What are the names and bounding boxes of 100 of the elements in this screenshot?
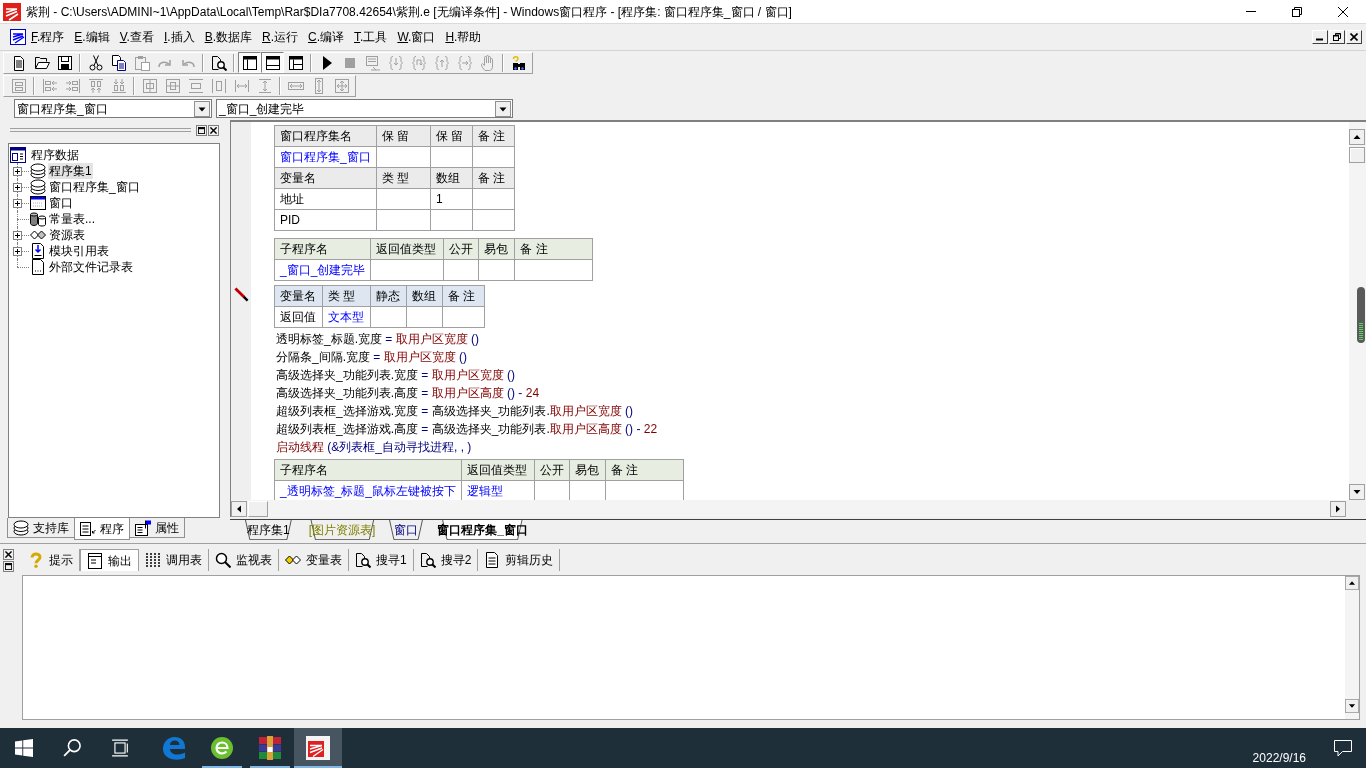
tree-item[interactable]: 模块引用表 <box>48 243 110 259</box>
close-button[interactable] <box>3 549 14 560</box>
tree-item[interactable]: 资源表 <box>48 227 86 243</box>
taskbar-date: 2022/9/16 <box>1252 750 1306 766</box>
minimize-button[interactable] <box>1312 30 1328 44</box>
spacing-icon <box>256 77 273 94</box>
document-search-icon <box>210 54 227 71</box>
maximize-icon <box>5 563 12 570</box>
menu-item[interactable]: I.插入 <box>158 27 200 47</box>
align-right-icon <box>64 77 81 94</box>
stack-icon <box>30 179 46 195</box>
scroll-left-button[interactable] <box>231 500 247 517</box>
maximize-button[interactable] <box>3 561 14 572</box>
scroll-thumb[interactable] <box>1357 287 1365 343</box>
window-arrow-icon <box>364 54 381 71</box>
plus-box-icon[interactable] <box>13 183 22 192</box>
resize-icon <box>333 77 350 94</box>
tree-item[interactable]: 窗口程序集_窗口 <box>48 179 141 195</box>
menu-item[interactable]: R.运行 <box>257 27 303 47</box>
scroll-right-button[interactable] <box>1330 500 1346 517</box>
code-line: 启动线程 (&列表框_自动寻找进程, , ) <box>275 439 473 456</box>
plus-box-icon[interactable] <box>13 247 22 256</box>
window-title: 紫荆 - C:\Users\ADMINI~1\AppData\Local\Temp\Rar$DIa7708.42654\紫荆.e [无编译条件] - Windows窗口程序 - [程序集: 窗口程序集_窗口 / 窗口] <box>26 3 792 20</box>
scroll-down-button[interactable] <box>1349 484 1365 500</box>
align-bottom-icon <box>110 77 127 94</box>
restore-button[interactable] <box>1329 30 1345 44</box>
task-view-icon <box>111 739 129 757</box>
plus-box-icon[interactable] <box>13 167 22 176</box>
document-search-icon <box>419 552 436 568</box>
menu-item[interactable]: F.程序 <box>26 27 70 47</box>
binoculars-icon <box>510 54 527 71</box>
vertical-scrollbar[interactable] <box>1349 122 1366 500</box>
table-cell: _窗口_创建完毕 <box>274 259 371 281</box>
book-stack-icon <box>258 736 282 760</box>
close-button[interactable] <box>208 124 219 136</box>
scroll-up-button[interactable] <box>1345 576 1359 590</box>
document-icon <box>87 552 103 569</box>
dropdown[interactable]: _窗口_创建完毕 <box>216 99 513 118</box>
toolbar-button[interactable] <box>238 52 261 73</box>
question-mark-icon <box>28 552 44 568</box>
document-arrow-icon <box>30 243 46 259</box>
panel-tab[interactable]: 程序 <box>74 518 130 540</box>
maximize-button[interactable] <box>196 124 207 136</box>
menu-item[interactable]: T.工具 <box>349 27 393 47</box>
scroll-up-button[interactable] <box>1349 129 1365 145</box>
restore-icon <box>1292 6 1302 17</box>
tree-item[interactable]: 窗口 <box>48 195 74 211</box>
layout-icon <box>241 54 258 71</box>
app-logo-icon <box>10 29 26 45</box>
table-cell: 文本型 <box>322 306 371 328</box>
scroll-thumb[interactable] <box>248 500 268 517</box>
layout-icon <box>287 54 304 71</box>
minimize-icon <box>1246 11 1256 12</box>
restore-icon <box>1333 33 1341 41</box>
speech-bubble-icon <box>1334 739 1352 757</box>
table-cell: PID <box>274 209 377 231</box>
panel-tab[interactable]: 支持库 <box>7 518 75 538</box>
table-cell: 1 <box>430 188 473 210</box>
close-icon <box>5 551 12 558</box>
column-header: 类 型 <box>322 285 371 307</box>
column-header: 子程序名 <box>274 238 371 260</box>
menu-item[interactable]: B.数据库 <box>199 27 257 47</box>
table-cell: 窗口程序集_窗口 <box>274 146 377 168</box>
horizontal-scrollbar[interactable] <box>231 500 1346 517</box>
table-cell: 地址 <box>274 188 377 210</box>
panel-tab[interactable]: 输出 <box>80 549 139 571</box>
vertical-scrollbar[interactable] <box>1345 576 1359 719</box>
code-line: 分隔条_间隔.宽度 = 取用户区宽度 () <box>275 349 469 366</box>
code-line: 高级选择夹_功能列表.高度 = 取用户区高度 () - 24 <box>275 385 541 402</box>
menu-item[interactable]: W.窗口 <box>392 27 441 47</box>
app-logo-icon <box>306 736 330 760</box>
column-header: 保 留 <box>376 125 431 147</box>
menu-item[interactable]: E.编辑 <box>69 27 115 47</box>
center-icon <box>141 77 158 94</box>
copy-icon <box>110 54 127 71</box>
menu-item[interactable]: H.帮助 <box>440 27 487 47</box>
panel-tab[interactable]: 属性 <box>129 518 185 538</box>
menu-item[interactable]: C.编译 <box>303 27 350 47</box>
four-panes-icon <box>15 739 33 757</box>
toolbar-button[interactable] <box>261 52 284 73</box>
tree-item[interactable]: 常量表... <box>48 211 96 227</box>
column-header: 易包 <box>569 459 606 481</box>
dropdown[interactable]: 窗口程序集_窗口 <box>14 99 212 118</box>
menu-item[interactable]: V.查看 <box>114 27 159 47</box>
form-icon <box>10 77 27 94</box>
plus-box-icon[interactable] <box>13 199 22 208</box>
tree-item[interactable]: 程序集1 <box>48 163 93 179</box>
column-header: 保 留 <box>430 125 473 147</box>
close-icon <box>210 126 217 134</box>
tree-item[interactable]: 外部文件记录表 <box>48 259 134 275</box>
column-header: 变量名 <box>274 167 377 189</box>
tree-item[interactable]: 程序数据 <box>30 146 80 163</box>
scroll-down-button[interactable] <box>1345 699 1359 713</box>
column-header: 数组 <box>406 285 443 307</box>
stack-icon <box>30 163 46 179</box>
code-line: 高级选择夹_功能列表.宽度 = 取用户区宽度 () <box>275 367 517 384</box>
plus-box-icon[interactable] <box>13 231 22 240</box>
taskbar-app-button[interactable] <box>294 728 342 768</box>
column-header: 返回值类型 <box>370 238 444 260</box>
column-header: 公开 <box>534 459 570 481</box>
